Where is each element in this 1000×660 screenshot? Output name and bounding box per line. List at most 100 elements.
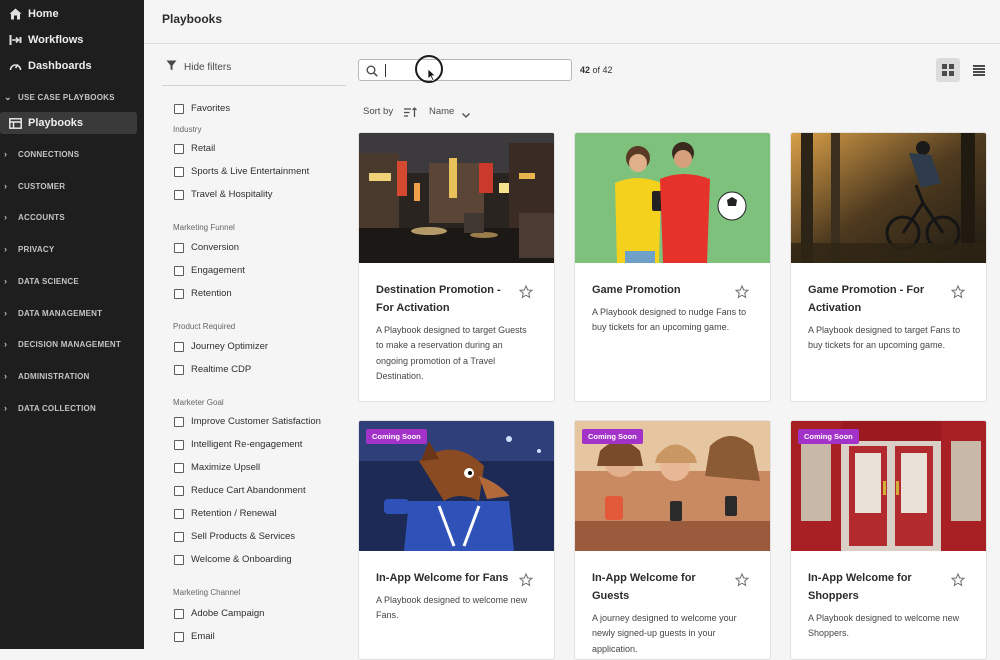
checkbox-favorites[interactable]: Favorites <box>174 103 230 114</box>
card-description: A Playbook designed to target Fans to bu… <box>808 323 973 354</box>
checkbox-goal[interactable]: Improve Customer Satisfaction <box>174 416 321 427</box>
filter-panel: Hide filters Favorites Industry Retail S… <box>144 44 346 649</box>
playbook-card[interactable]: Game Promotion A Playbook designed to nu… <box>574 132 771 402</box>
checkbox-sports[interactable]: Sports & Live Entertainment <box>174 166 309 177</box>
coming-soon-badge: Coming Soon <box>798 429 859 444</box>
card-title-line: Destination Promotion - <box>376 284 501 296</box>
nav-item-playbooks[interactable]: Playbooks <box>0 112 137 134</box>
nav-section-connections[interactable]: › CONNECTIONS <box>0 146 144 162</box>
nav-section-privacy[interactable]: › PRIVACY <box>0 241 144 257</box>
checkbox-retention[interactable]: Retention <box>174 288 232 299</box>
checkbox[interactable] <box>174 288 184 299</box>
results-total: of 42 <box>592 65 613 75</box>
checkbox-engagement[interactable]: Engagement <box>174 265 245 276</box>
card-description: A Playbook designed to welcome new Shopp… <box>808 611 973 642</box>
checkbox[interactable] <box>174 166 184 177</box>
checkbox[interactable] <box>174 143 184 154</box>
grid-view-button[interactable] <box>936 58 960 82</box>
playbook-card[interactable]: Destination Promotion - For Activation A … <box>358 132 555 402</box>
checkbox[interactable] <box>174 189 184 200</box>
nav-item-dashboards[interactable]: Dashboards <box>0 55 144 77</box>
checkbox[interactable] <box>174 485 184 496</box>
checkbox-label: Retention / Renewal <box>191 508 277 519</box>
nav-section-customer[interactable]: › CUSTOMER <box>0 178 144 194</box>
checkbox[interactable] <box>174 631 184 642</box>
favorite-star-icon[interactable] <box>734 284 750 304</box>
checkbox-label: Sports & Live Entertainment <box>191 166 310 177</box>
checkbox[interactable] <box>174 265 184 276</box>
playbook-card[interactable]: Coming Soon In-App Welcome for Fans A Pl… <box>358 420 555 660</box>
nav-item-workflows[interactable]: Workflows <box>0 29 144 51</box>
checkbox-label: Journey Optimizer <box>191 341 269 352</box>
sort-ascending-icon <box>404 107 417 117</box>
nav-item-label: Home <box>28 8 59 20</box>
favorite-star-icon[interactable] <box>950 284 966 304</box>
sort-field-dropdown[interactable]: Name <box>429 106 454 117</box>
card-desc-line: buy tickets for an upcoming game. <box>592 322 730 333</box>
chevron-down-icon[interactable] <box>461 106 471 124</box>
checkbox[interactable] <box>174 439 184 450</box>
checkbox[interactable] <box>174 554 184 565</box>
checkbox-realtime-cdp[interactable]: Realtime CDP <box>174 364 251 375</box>
checkbox-travel[interactable]: Travel & Hospitality <box>174 189 272 200</box>
list-icon <box>973 64 985 76</box>
nav-item-label: Workflows <box>28 34 84 46</box>
nav-item-home[interactable]: Home <box>0 3 144 25</box>
card-desc-line: to make a reservation during an <box>376 340 503 351</box>
checkbox-goal[interactable]: Sell Products & Services <box>174 531 295 542</box>
checkbox-goal[interactable]: Intelligent Re-engagement <box>174 439 302 450</box>
favorite-star-icon[interactable] <box>734 572 750 592</box>
favorite-star-icon[interactable] <box>518 572 534 592</box>
checkbox[interactable] <box>174 103 184 114</box>
filter-group-label: Product Required <box>173 322 236 331</box>
main-content: 42 of 42 Sort by Name Destination Promot… <box>346 44 1000 660</box>
checkbox-goal[interactable]: Reduce Cart Abandonment <box>174 485 306 496</box>
chevron-right-icon: › <box>4 244 8 254</box>
checkbox[interactable] <box>174 608 184 619</box>
playbook-card[interactable]: Game Promotion - For Activation A Playboo… <box>790 132 987 402</box>
favorite-star-icon[interactable] <box>518 284 534 304</box>
nav-section-data-collection[interactable]: › DATA COLLECTION <box>0 400 144 416</box>
playbook-card[interactable]: Coming Soon In-App Welcome for Shoppers A… <box>790 420 987 660</box>
playbook-card[interactable]: Coming Soon In-App Welcome for Guests A j… <box>574 420 771 660</box>
hide-filters-button[interactable]: Hide filters <box>166 60 231 74</box>
list-view-button[interactable] <box>967 58 991 82</box>
checkbox-goal[interactable]: Maximize Upsell <box>174 462 260 473</box>
nav-section-decision-management[interactable]: › DECISION MANAGEMENT <box>0 336 144 352</box>
nav-section-accounts[interactable]: › ACCOUNTS <box>0 209 144 225</box>
card-desc-line: Destination. <box>376 370 424 381</box>
checkbox[interactable] <box>174 531 184 542</box>
card-desc-line: A Playbook designed to target Guests <box>376 325 527 335</box>
card-desc-line: A Playbook designed to target Fans to <box>808 325 961 335</box>
checkbox[interactable] <box>174 462 184 473</box>
checkbox-retail[interactable]: Retail <box>174 143 215 154</box>
checkbox[interactable] <box>174 242 184 253</box>
search-input[interactable] <box>358 59 572 81</box>
checkbox-label: Improve Customer Satisfaction <box>191 416 321 427</box>
checkbox-goal[interactable]: Welcome & Onboarding <box>174 554 292 565</box>
filter-icon <box>166 60 177 74</box>
checkbox-journey-optimizer[interactable]: Journey Optimizer <box>174 341 268 352</box>
nav-section-data-management[interactable]: › DATA MANAGEMENT <box>0 305 144 321</box>
nav-section-use-case-playbooks[interactable]: ⌄ USE CASE PLAYBOOKS <box>0 89 144 105</box>
checkbox[interactable] <box>174 508 184 519</box>
sort-order-button[interactable] <box>404 105 418 123</box>
nav-section-data-science[interactable]: › DATA SCIENCE <box>0 273 144 289</box>
card-desc-line: Fans. <box>376 610 399 621</box>
filter-group-label: Industry <box>173 125 202 134</box>
checkbox[interactable] <box>174 364 184 375</box>
chevron-right-icon: › <box>4 371 8 381</box>
checkbox-adobe-campaign[interactable]: Adobe Campaign <box>174 608 264 619</box>
card-image <box>575 133 770 263</box>
checkbox[interactable] <box>174 341 184 352</box>
nav-section-label: DATA MANAGEMENT <box>18 308 103 318</box>
checkbox-goal[interactable]: Retention / Renewal <box>174 508 277 519</box>
card-title: Destination Promotion - For Activation <box>376 281 514 317</box>
card-title: In-App Welcome for Guests <box>592 569 730 605</box>
checkbox[interactable] <box>174 416 184 427</box>
checkbox-email[interactable]: Email <box>174 631 215 642</box>
nav-section-administration[interactable]: › ADMINISTRATION <box>0 368 144 384</box>
favorite-star-icon[interactable] <box>950 572 966 592</box>
checkbox-conversion[interactable]: Conversion <box>174 242 239 253</box>
nav-item-label: Dashboards <box>28 60 92 72</box>
